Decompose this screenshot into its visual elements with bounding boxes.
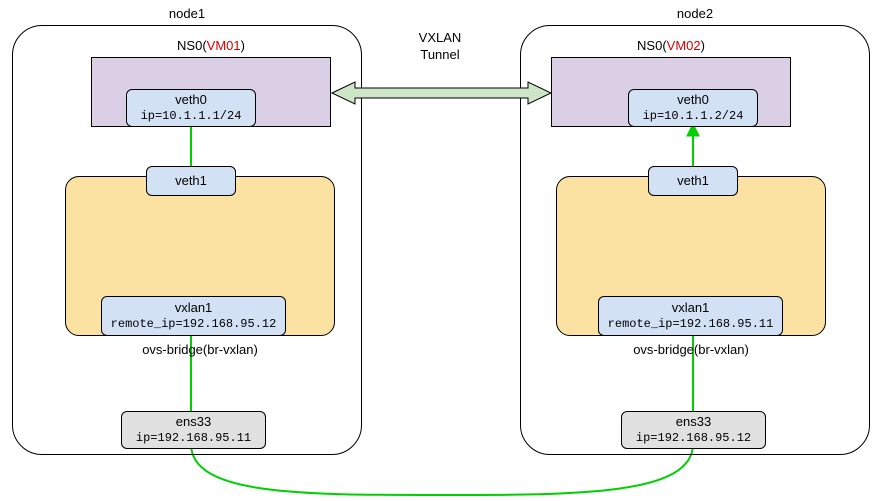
node2-veth0: veth0 ip=10.1.1.2/24 — [628, 89, 758, 127]
ns-label-suffix: ) — [241, 38, 245, 53]
iface-name: vxlan1 — [102, 300, 285, 316]
node2-veth1: veth1 — [648, 166, 738, 196]
node1-veth1: veth1 — [146, 166, 236, 196]
iface-addr: remote_ip=192.168.95.11 — [599, 317, 782, 332]
node1-vm-label: VM01 — [207, 38, 241, 53]
node2-vxlan1: vxlan1 remote_ip=192.168.95.11 — [598, 296, 783, 336]
node1-title: node1 — [13, 6, 361, 21]
ns-label-prefix: NS0( — [637, 38, 667, 53]
tunnel-label-line1: VXLAN — [400, 30, 480, 47]
tunnel-label: VXLAN Tunnel — [400, 30, 480, 64]
node2-box: node2 NS0(VM02) veth0 ip=10.1.1.2/24 ovs… — [520, 25, 870, 455]
ns-label-prefix: NS0( — [177, 38, 207, 53]
ns-label-suffix: ) — [701, 38, 705, 53]
iface-addr: remote_ip=192.168.95.12 — [102, 317, 285, 332]
node1-box: node1 NS0(VM01) veth0 ip=10.1.1.1/24 ovs… — [12, 25, 362, 455]
iface-name: veth0 — [629, 92, 757, 108]
iface-name: veth1 — [147, 173, 235, 189]
tunnel-label-line2: Tunnel — [400, 47, 480, 64]
iface-addr: ip=192.168.95.11 — [122, 431, 265, 446]
node1-ns-title: NS0(VM01) — [92, 38, 330, 53]
iface-name: ens33 — [122, 414, 265, 430]
node1-veth0: veth0 ip=10.1.1.1/24 — [126, 89, 256, 127]
node2-ovs-title: ovs-bridge(br-vxlan) — [557, 342, 825, 357]
iface-addr: ip=192.168.95.12 — [622, 431, 765, 446]
iface-name: veth0 — [127, 92, 255, 108]
node1-vxlan1: vxlan1 remote_ip=192.168.95.12 — [101, 296, 286, 336]
node1-ovs-title: ovs-bridge(br-vxlan) — [66, 342, 334, 357]
node2-ns-title: NS0(VM02) — [552, 38, 790, 53]
iface-addr: ip=10.1.1.1/24 — [127, 109, 255, 124]
iface-name: ens33 — [622, 414, 765, 430]
iface-name: vxlan1 — [599, 300, 782, 316]
node2-ens33: ens33 ip=192.168.95.12 — [621, 411, 766, 449]
node2-vm-label: VM02 — [667, 38, 701, 53]
iface-name: veth1 — [649, 173, 737, 189]
node2-title: node2 — [521, 6, 869, 21]
iface-addr: ip=10.1.1.2/24 — [629, 109, 757, 124]
node1-ens33: ens33 ip=192.168.95.11 — [121, 411, 266, 449]
